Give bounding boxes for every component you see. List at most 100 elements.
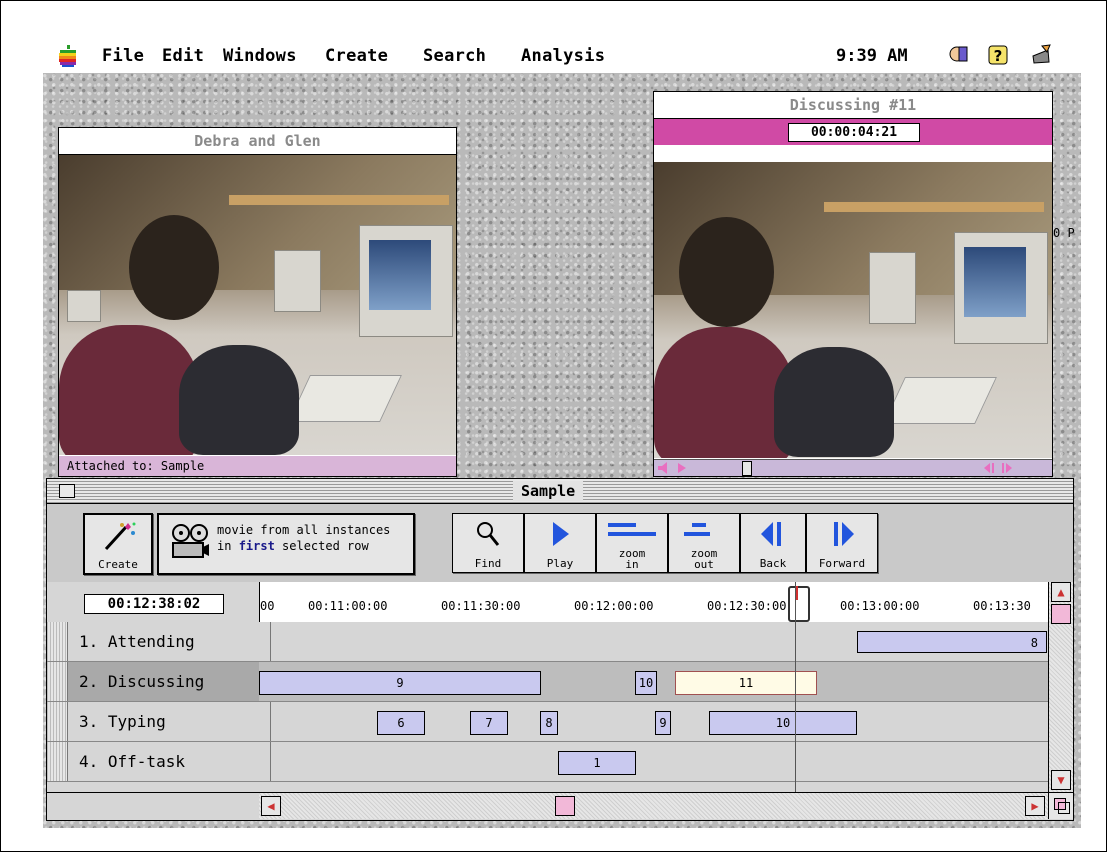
resize-grow-box[interactable]: [1048, 792, 1073, 819]
tick-label: 00:13:00:00: [840, 599, 920, 613]
zoom-out-icon: [684, 523, 710, 536]
svg-text:?: ?: [994, 47, 1003, 65]
instance[interactable]: 9: [655, 711, 671, 735]
row-label[interactable]: 3. Typing: [67, 702, 271, 741]
row-grip[interactable]: [47, 622, 68, 661]
timecode: 00:00:04:21: [788, 123, 920, 142]
close-box[interactable]: [59, 484, 75, 498]
help-icon[interactable]: ?: [987, 44, 1009, 66]
step-back-icon: [761, 522, 781, 546]
zoom-in-icon: [608, 523, 656, 536]
window-title[interactable]: Discussing #11: [654, 92, 1052, 119]
step-buttons-icon[interactable]: [982, 461, 1014, 475]
screen-frame: File Edit Windows Create Search Analysis…: [0, 0, 1107, 852]
code-rows: 1. Attending 8 2. Discussing 9 10 11 3. …: [47, 622, 1073, 792]
row-track[interactable]: 6 7 8 9 10: [259, 702, 1048, 741]
volume-icon[interactable]: [656, 461, 672, 475]
movie-desc-line1: movie from all instances: [217, 523, 391, 537]
row-track[interactable]: 1: [259, 742, 1048, 781]
step-forward-icon: [834, 522, 854, 546]
movie-from-instances-button[interactable]: movie from all instances in first select…: [157, 513, 415, 575]
video-frame: [59, 155, 456, 455]
tick-label: 00:11:00:00: [308, 599, 388, 613]
movie-desc-line2: in first selected row: [217, 539, 369, 553]
scroll-left-arrow-icon[interactable]: ◀: [261, 796, 281, 816]
instance[interactable]: 10: [635, 671, 657, 695]
window-title[interactable]: Debra and Glen: [59, 128, 456, 155]
instance[interactable]: 10: [709, 711, 857, 735]
film-projector-icon: [172, 524, 209, 558]
apple-icon[interactable]: [59, 45, 77, 67]
current-time: 00:12:38:02: [84, 594, 224, 614]
row-grip[interactable]: [47, 742, 68, 781]
menu-search[interactable]: Search: [423, 46, 486, 66]
sample-window[interactable]: Sample Create movie from all instances i…: [46, 478, 1074, 821]
horizontal-scroll-thumb[interactable]: [555, 796, 575, 816]
attached-to-label: Attached to: Sample: [59, 456, 456, 476]
tick-label: 00:11:30:00: [441, 599, 521, 613]
application-icon[interactable]: [1030, 44, 1052, 66]
create-button[interactable]: Create: [83, 513, 153, 575]
forward-button[interactable]: Forward: [806, 513, 878, 573]
tick-label: 00:13:30: [973, 599, 1031, 613]
vertical-scrollbar[interactable]: ▲ ▼: [1048, 582, 1073, 792]
find-button[interactable]: Find: [452, 513, 524, 573]
balloon-help-icon[interactable]: [948, 44, 970, 66]
horizontal-scrollbar[interactable]: ◀ ▶: [259, 792, 1048, 819]
playback-thumb[interactable]: [742, 461, 752, 476]
row-discussing[interactable]: 2. Discussing 9 10 11: [47, 662, 1048, 702]
playhead-handle[interactable]: [788, 586, 810, 622]
vertical-scroll-thumb[interactable]: [1051, 604, 1071, 624]
instance[interactable]: 8: [540, 711, 558, 735]
menu-clock[interactable]: 9:39 AM: [836, 46, 908, 66]
menu-analysis[interactable]: Analysis: [521, 46, 605, 66]
instance[interactable]: 9: [259, 671, 541, 695]
instance[interactable]: 7: [470, 711, 508, 735]
row-track[interactable]: 8: [259, 622, 1048, 661]
row-label[interactable]: 4. Off-task: [67, 742, 271, 781]
menu-create[interactable]: Create: [325, 46, 388, 66]
menu-edit[interactable]: Edit: [162, 46, 204, 66]
tick-label: 00:12:30:00: [707, 599, 787, 613]
zoom-in-button[interactable]: zoom in: [596, 513, 668, 573]
video-window-debra-glen[interactable]: Debra and Glen Attached to: Sample: [58, 127, 457, 477]
time-ticks[interactable]: 00 00:11:00:00 00:11:30:00 00:12:00:00 0…: [259, 582, 1049, 622]
back-button[interactable]: Back: [740, 513, 806, 573]
toolbar: Create movie from all instances in first…: [47, 504, 1073, 583]
row-grip[interactable]: [47, 702, 68, 741]
instance[interactable]: 6: [377, 711, 425, 735]
scroll-down-arrow-icon[interactable]: ▼: [1051, 770, 1071, 790]
play-button[interactable]: Play: [524, 513, 596, 573]
movie-controller[interactable]: [654, 459, 1052, 476]
window-title: Sample: [513, 481, 584, 501]
scroll-right-arrow-icon[interactable]: ▶: [1025, 796, 1045, 816]
playhead-line: [795, 582, 796, 792]
timeline-ruler: 00:12:38:02 00 00:11:00:00 00:11:30:00 0…: [47, 582, 1073, 623]
row-label[interactable]: 1. Attending: [67, 622, 271, 661]
tick-label: 00: [260, 599, 275, 613]
timecode-bar: 00:00:04:21: [654, 119, 1052, 145]
row-off-task[interactable]: 4. Off-task 1: [47, 742, 1048, 782]
row-grip[interactable]: [47, 662, 68, 701]
video-window-discussing[interactable]: Discussing #11 00:00:04:21: [653, 91, 1053, 477]
row-label[interactable]: 2. Discussing: [67, 662, 271, 701]
tick-label: 00:12:00:00: [574, 599, 654, 613]
window-title-bar[interactable]: Sample: [47, 479, 1073, 504]
play-icon[interactable]: [676, 461, 688, 475]
row-typing[interactable]: 3. Typing 6 7 8 9 10: [47, 702, 1048, 742]
instance[interactable]: 1: [558, 751, 636, 775]
scroll-up-arrow-icon[interactable]: ▲: [1051, 582, 1071, 602]
play-icon: [553, 522, 569, 546]
row-attending[interactable]: 1. Attending 8: [47, 622, 1048, 662]
row-track[interactable]: 9 10 11: [259, 662, 1048, 701]
background-window-text: 0 P: [1053, 226, 1075, 240]
playhead-marker: [796, 586, 798, 600]
magnifier-icon: [477, 522, 500, 546]
menu-windows[interactable]: Windows: [223, 46, 297, 66]
zoom-out-button[interactable]: zoom out: [668, 513, 740, 573]
video-frame: [654, 162, 1052, 458]
menu-bar: File Edit Windows Create Search Analysis…: [43, 39, 1081, 73]
instance[interactable]: 8: [857, 631, 1047, 653]
magic-wand-icon: [104, 522, 136, 551]
menu-file[interactable]: File: [102, 46, 144, 66]
